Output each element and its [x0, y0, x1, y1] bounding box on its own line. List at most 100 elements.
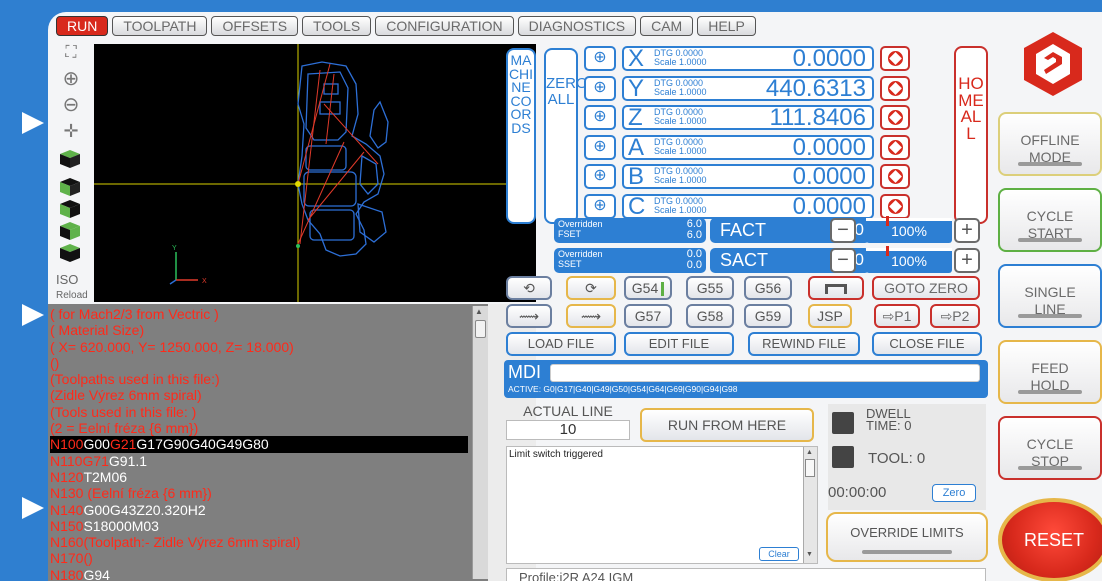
feed-hold-button[interactable]: FEED HOLD — [998, 340, 1102, 404]
goto-p1-button[interactable]: ⇨P1 — [874, 304, 920, 328]
axis-b-row[interactable]: B DTG 0.0000 Scale 1.0000 0.0000 — [622, 164, 874, 189]
axis-b-target-button[interactable]: ⊕ — [584, 164, 616, 189]
rewind-file-button[interactable]: REWIND FILE — [748, 332, 860, 356]
spindle-cw-button[interactable]: ⟳ — [566, 276, 616, 300]
offline-mode-button[interactable]: OFFLINE MODE — [998, 112, 1102, 176]
gcode-listing[interactable]: ( for Mach2/3 from Vectric )( Material S… — [48, 304, 536, 581]
actual-line-value[interactable]: 10 — [506, 420, 630, 440]
view-left-cube-icon[interactable] — [60, 200, 80, 218]
cycle-start-button[interactable]: CYCLE START — [998, 188, 1102, 252]
goto-p2-button[interactable]: ⇨P2 — [930, 304, 980, 328]
tab-toolpath[interactable]: TOOLPATH — [112, 16, 208, 36]
spindle-override-slider[interactable]: 100% — [866, 246, 952, 273]
timer-zero-button[interactable]: Zero — [932, 484, 976, 502]
reset-button[interactable]: RESET — [998, 498, 1102, 581]
cycle-stop-button[interactable]: CYCLE STOP — [998, 416, 1102, 480]
reload-button[interactable]: Reload — [56, 290, 88, 301]
scroll-up-icon[interactable]: ▲ — [806, 449, 813, 456]
gcode-line[interactable]: () — [50, 355, 468, 371]
tab-offsets[interactable]: OFFSETS — [211, 16, 299, 36]
fit-view-icon[interactable]: ⛶ — [58, 42, 84, 64]
zero-all-button[interactable]: ZERO ALL — [544, 48, 588, 224]
scroll-down-icon[interactable]: ▼ — [806, 551, 813, 558]
feed-plus-button[interactable]: + — [954, 218, 980, 243]
axis-z-row[interactable]: Z DTG 0.0000 Scale 1.0000 111.8406 — [622, 105, 874, 130]
axis-y-row[interactable]: Y DTG 0.0000 Scale 1.0000 440.6313 — [622, 76, 874, 101]
axis-c-zero-button[interactable] — [880, 194, 910, 219]
axis-c-target-button[interactable]: ⊕ — [584, 194, 616, 219]
tab-help[interactable]: HELP — [697, 16, 756, 36]
axis-z-target-button[interactable]: ⊕ — [584, 105, 616, 130]
axis-x-zero-button[interactable] — [880, 46, 910, 71]
g54-button[interactable]: G54 — [624, 276, 672, 300]
gcode-line[interactable]: ( X= 620.000, Y= 1250.000, Z= 18.000) — [50, 339, 468, 355]
gcode-line[interactable]: N150S18000M03 — [50, 518, 468, 534]
run-from-here-button[interactable]: RUN FROM HERE — [640, 408, 814, 442]
gcode-line[interactable]: N180G94 — [50, 567, 468, 581]
axis-c-row[interactable]: C DTG 0.0000 Scale 1.0000 0.0000 — [622, 194, 874, 219]
tab-configuration[interactable]: CONFIGURATION — [375, 16, 514, 36]
axis-x-target-button[interactable]: ⊕ — [584, 46, 616, 71]
probe-button[interactable] — [808, 276, 864, 300]
pan-icon[interactable]: ✛ — [58, 120, 84, 142]
spindle-plus-button[interactable]: + — [954, 248, 980, 273]
view-bottom-cube-icon[interactable] — [60, 244, 80, 262]
gcode-line[interactable]: N130 (Eelní fréza {6 mm}) — [50, 485, 468, 501]
tab-tools[interactable]: TOOLS — [302, 16, 372, 36]
gcode-line[interactable]: (Tools used in this file: ) — [50, 404, 468, 420]
axis-b-zero-button[interactable] — [880, 164, 910, 189]
g57-button[interactable]: G57 — [624, 304, 672, 328]
gcode-line[interactable]: N140G00G43Z20.320H2 — [50, 502, 468, 518]
axis-a-zero-button[interactable] — [880, 135, 910, 160]
view-right-cube-icon[interactable] — [60, 222, 80, 240]
feed-override-slider[interactable]: 100% — [866, 216, 952, 243]
tab-cam[interactable]: CAM — [640, 16, 694, 36]
gcode-line[interactable]: ( Material Size) — [50, 322, 468, 338]
spindle-ccw-button[interactable]: ⟲ — [506, 276, 552, 300]
axis-z-zero-button[interactable] — [880, 105, 910, 130]
axis-y-zero-button[interactable] — [880, 76, 910, 101]
axis-y-target-button[interactable]: ⊕ — [584, 76, 616, 101]
gcode-line[interactable]: (Toolpaths used in this file:) — [50, 371, 468, 387]
edit-file-button[interactable]: EDIT FILE — [624, 332, 734, 356]
spindle-minus-button[interactable]: − — [830, 248, 856, 273]
load-file-button[interactable]: LOAD FILE — [506, 332, 616, 356]
gcode-line-current[interactable]: N100G00G21G17G90G40G49G80 — [50, 436, 468, 453]
single-line-button[interactable]: SINGLE LINE — [998, 264, 1102, 328]
status-scrollbar[interactable]: ▲ ▼ — [803, 447, 817, 563]
gcode-scrollbar[interactable]: ▲ — [472, 306, 488, 579]
toolpath-viewport[interactable]: Y X — [94, 44, 536, 302]
axis-a-target-button[interactable]: ⊕ — [584, 135, 616, 160]
side-panel-arrow-middle[interactable] — [22, 304, 44, 326]
gcode-line[interactable]: N170() — [50, 550, 468, 566]
gcode-line[interactable]: ( for Mach2/3 from Vectric ) — [50, 306, 468, 322]
g55-button[interactable]: G55 — [686, 276, 734, 300]
gcode-scroll-thumb[interactable] — [475, 320, 486, 338]
axis-x-row[interactable]: X DTG 0.0000 Scale 1.0000 0.0000 — [622, 46, 874, 71]
axis-a-row[interactable]: A DTG 0.0000 Scale 1.0000 0.0000 — [622, 135, 874, 160]
zoom-in-icon[interactable]: ⊕ — [58, 68, 84, 90]
g59-button[interactable]: G59 — [744, 304, 792, 328]
feed-minus-button[interactable]: − — [830, 218, 856, 243]
g58-button[interactable]: G58 — [686, 304, 734, 328]
machine-coords-button[interactable]: MACHINE COORDS — [506, 48, 536, 224]
side-panel-arrow-bottom[interactable] — [22, 497, 44, 519]
home-all-button[interactable]: HOME ALL — [954, 46, 988, 224]
jsp-button[interactable]: JSP — [808, 304, 852, 328]
feed-slider-handle[interactable] — [886, 216, 889, 226]
gcode-line[interactable]: (2 = Eelní fréza {6 mm}) — [50, 420, 468, 436]
status-scroll-thumb[interactable] — [805, 459, 815, 477]
scroll-up-icon[interactable]: ▲ — [475, 308, 485, 316]
mdi-input[interactable] — [550, 364, 980, 382]
tab-diagnostics[interactable]: DIAGNOSTICS — [517, 16, 637, 36]
goto-zero-button[interactable]: GOTO ZERO — [872, 276, 980, 300]
override-limits-button[interactable]: OVERRIDE LIMITS — [826, 512, 988, 562]
view-front-cube-icon[interactable] — [60, 178, 80, 196]
coolant-off-button[interactable]: ⟿ — [506, 304, 552, 328]
zoom-out-icon[interactable]: ⊖ — [58, 94, 84, 116]
gcode-line[interactable]: (Zidle Výrez 6mm spiral) — [50, 387, 468, 403]
g56-button[interactable]: G56 — [744, 276, 792, 300]
gcode-line[interactable]: N120T2M06 — [50, 469, 468, 485]
spindle-slider-handle[interactable] — [886, 246, 889, 256]
view-top-cube-icon[interactable] — [60, 150, 80, 168]
